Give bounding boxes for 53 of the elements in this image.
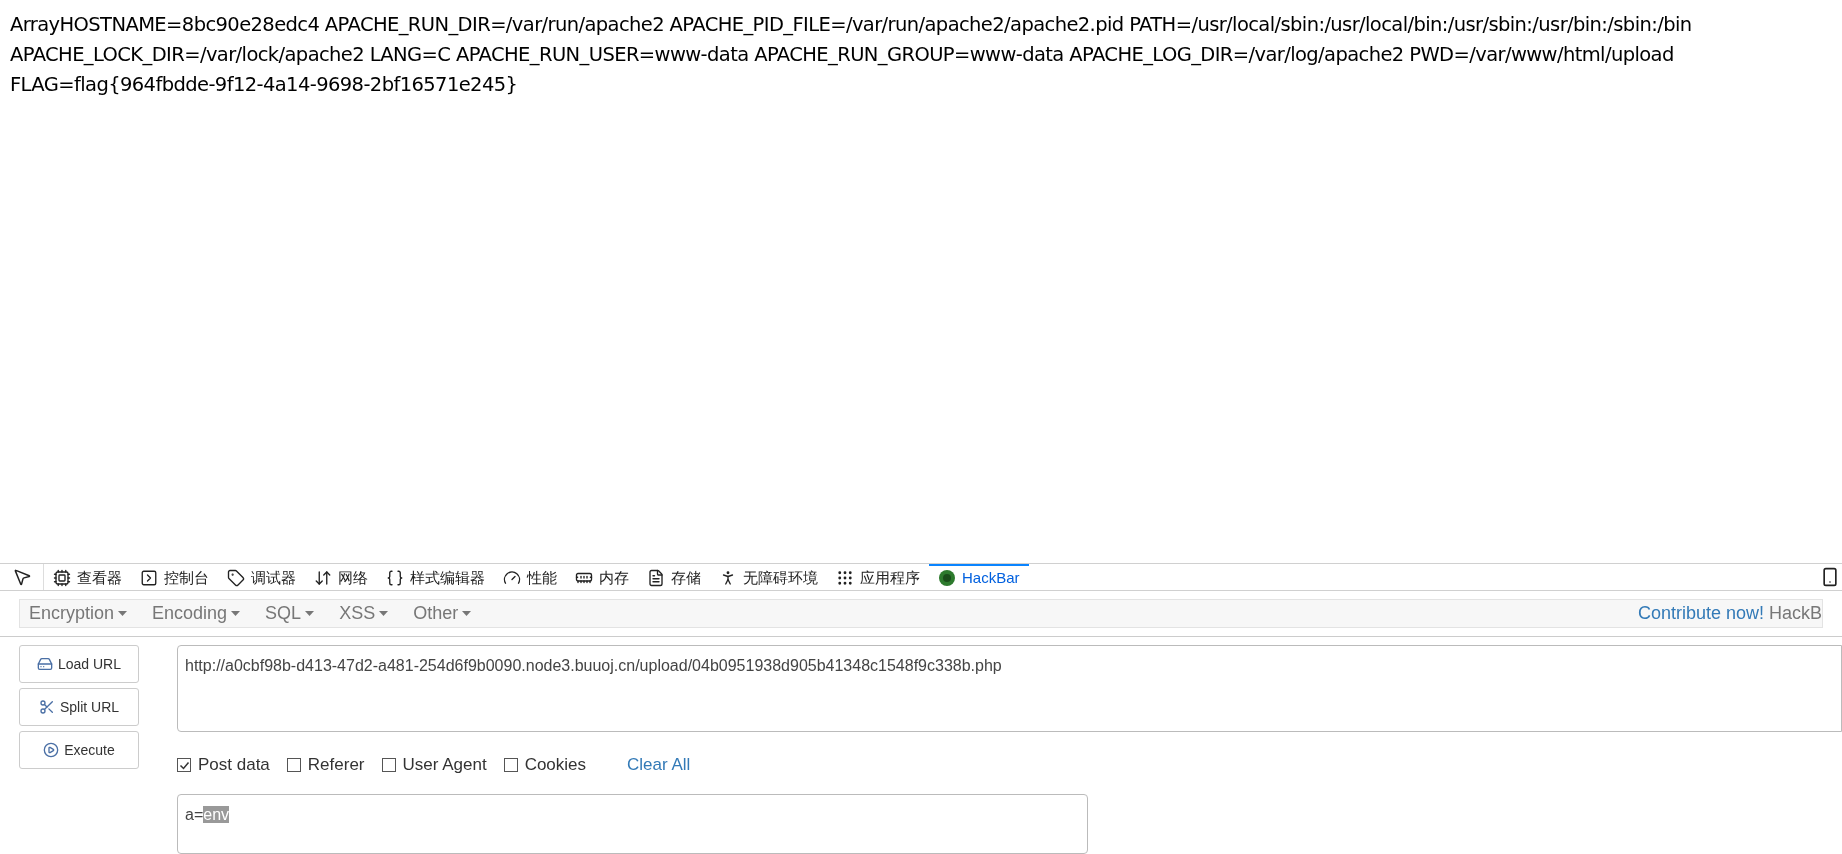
- devtools-tab[interactable]: 控制台: [131, 564, 218, 590]
- scissors-icon: [38, 699, 55, 715]
- document-icon: [647, 568, 665, 587]
- caret-icon: [118, 610, 128, 616]
- devtools-tab[interactable]: HackBar: [929, 564, 1029, 590]
- hackbar-button[interactable]: Execute: [19, 731, 139, 769]
- menu-dropdown[interactable]: Encryption: [21, 599, 136, 627]
- caret-icon: [379, 610, 389, 616]
- checkbox[interactable]: [381, 758, 396, 772]
- checkbox-label: Post data: [198, 754, 270, 777]
- url-field[interactable]: http://a0cbf98b-d413-47d2-a481-254d6f9b0090.node3.buuoj.cn/upload/04b0951938d905b41348c1548f9c338b.php: [177, 645, 1842, 732]
- checkbox[interactable]: [286, 758, 301, 772]
- devtools-tab[interactable]: 无障碍环境: [710, 564, 827, 590]
- output-text: ArrayHOSTNAME=8bc90e28edc4 APACHE_RUN_DIR=/var/run/apache2 APACHE_PID_FILE=/var/run/apache2/apache2.pid PATH=/usr/local/sbin:/usr/local/bin:/usr/sbin:/usr/bin:/sbin:/bin: [10, 12, 1692, 38]
- drive-icon: [36, 656, 53, 672]
- gauge-icon: [503, 568, 521, 587]
- hackbar-button[interactable]: Split URL: [19, 688, 139, 726]
- hackbar-button[interactable]: Load URL: [19, 645, 139, 683]
- post-data-field[interactable]: a=env: [177, 794, 1088, 854]
- devtools-tab[interactable]: 样式编辑器: [377, 564, 494, 590]
- checkbox-label: Cookies: [524, 754, 587, 777]
- caret-icon: [462, 610, 472, 616]
- devtools-tab[interactable]: 网络: [305, 564, 377, 590]
- output-text: FLAG=flag{964fbdde-9f12-4a14-9698-2bf16571e245}: [10, 72, 518, 98]
- devtools-tab[interactable]: 存储: [638, 564, 710, 590]
- terminal-icon: [140, 568, 158, 587]
- device-icon[interactable]: [1820, 566, 1840, 587]
- devtools-tab[interactable]: 应用程序: [827, 564, 929, 590]
- checkbox-label: User Agent: [402, 754, 487, 777]
- contribute-link[interactable]: Contribute now!: [1637, 599, 1764, 627]
- menu-dropdown[interactable]: Other: [405, 599, 480, 627]
- arrows-icon: [314, 568, 332, 587]
- checkbox[interactable]: [177, 758, 191, 772]
- clear-all-link[interactable]: Clear All: [627, 752, 691, 778]
- grid-icon: [836, 568, 854, 587]
- braces-icon: [386, 568, 404, 587]
- menu-dropdown[interactable]: SQL: [257, 599, 323, 627]
- menu-dropdown[interactable]: Encoding: [144, 599, 249, 627]
- caret-icon: [231, 610, 241, 616]
- devtools-tab[interactable]: 内存: [566, 564, 638, 590]
- play-icon: [43, 742, 60, 758]
- devtools-tab[interactable]: 查看器: [44, 564, 131, 590]
- tag-icon: [227, 568, 245, 587]
- checkbox-label: Referer: [307, 754, 365, 777]
- checkbox[interactable]: [503, 758, 518, 772]
- hackbar-title: HackB: [1769, 601, 1822, 625]
- devtools-tab[interactable]: 调试器: [218, 564, 305, 590]
- output-text: APACHE_LOCK_DIR=/var/lock/apache2 LANG=C APACHE_RUN_USER=www-data APACHE_RUN_GROUP=www-data APACHE_LOG_DIR=/var/log/apache2 PWD=/var/www/html/upload: [10, 42, 1674, 68]
- chip-icon: [53, 568, 71, 587]
- devtools-tab[interactable]: 性能: [494, 564, 566, 590]
- caret-icon: [305, 610, 315, 616]
- hackbar-logo-icon: [938, 568, 956, 587]
- menu-dropdown[interactable]: XSS: [331, 599, 397, 627]
